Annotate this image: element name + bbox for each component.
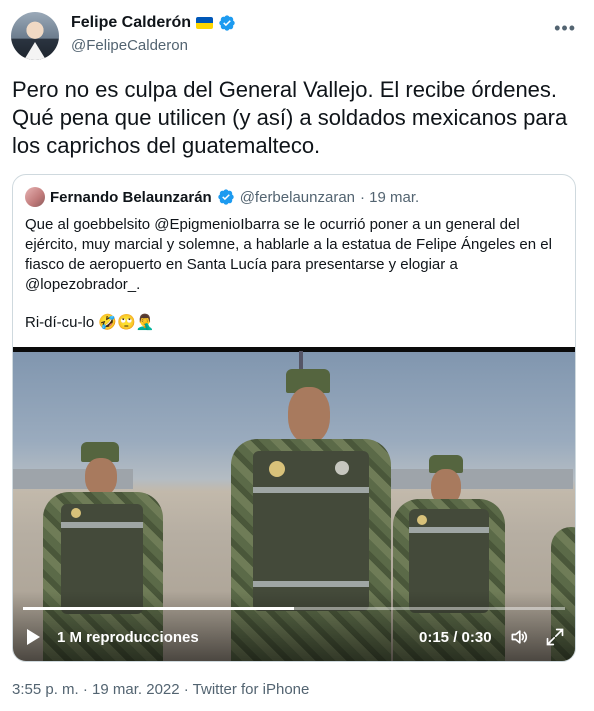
quoted-tweet[interactable]: Fernando Belaunzarán @ferbelaunzaran · 1… <box>12 174 576 662</box>
author-handle[interactable]: @FelipeCalderon <box>71 37 188 54</box>
video-controls-gradient <box>13 591 575 661</box>
author-avatar[interactable] <box>11 12 59 60</box>
tweet-header: Felipe Calderón @FelipeCalderon ••• <box>11 10 580 62</box>
more-options-icon[interactable]: ••• <box>554 18 576 39</box>
video-views: 1 M reproducciones <box>57 629 199 646</box>
ukraine-flag-icon <box>196 17 214 29</box>
video-progress-bar[interactable] <box>23 607 565 610</box>
author-name-row[interactable]: Felipe Calderón <box>71 14 236 32</box>
video-timecode: 0:15 / 0:30 <box>419 629 492 646</box>
verified-badge-icon <box>219 15 235 31</box>
video-player[interactable]: 1 M reproducciones 0:15 / 0:30 <box>13 347 575 661</box>
quoted-text: Que al goebbelsito @EpigmenioIbarra se l… <box>25 215 565 351</box>
quoted-author-name[interactable]: Fernando Belaunzarán <box>50 189 212 206</box>
quoted-author-handle[interactable]: @ferbelaunzaran <box>240 189 355 206</box>
author-display-name[interactable]: Felipe Calderón <box>71 14 191 32</box>
video-top-edge <box>13 347 575 352</box>
quoted-author-avatar[interactable] <box>25 187 45 207</box>
tweet-text: Pero no es culpa del General Vallejo. El… <box>12 77 568 158</box>
verified-badge-icon <box>218 189 234 205</box>
quoted-date[interactable]: · 19 mar. <box>360 189 419 206</box>
tweet-timestamp[interactable]: 3:55 p. m. · 19 mar. 2022 · Twitter for … <box>12 681 309 698</box>
expand-icon[interactable] <box>545 627 565 647</box>
volume-icon[interactable] <box>509 627 529 647</box>
video-progress-fill <box>23 607 294 610</box>
play-icon[interactable] <box>27 629 40 645</box>
quoted-text-ridiculo: Ri-dí-cu-lo <box>25 314 95 331</box>
quoted-text-tail: Ri-dí-cu-lo 🤣🙄🤦‍♂️ <box>25 313 565 333</box>
quoted-text-body: Que al goebbelsito @EpigmenioIbarra se l… <box>25 216 552 293</box>
quoted-emojis: 🤣🙄🤦‍♂️ <box>98 314 155 331</box>
quoted-header: Fernando Belaunzarán @ferbelaunzaran · 1… <box>25 187 419 207</box>
